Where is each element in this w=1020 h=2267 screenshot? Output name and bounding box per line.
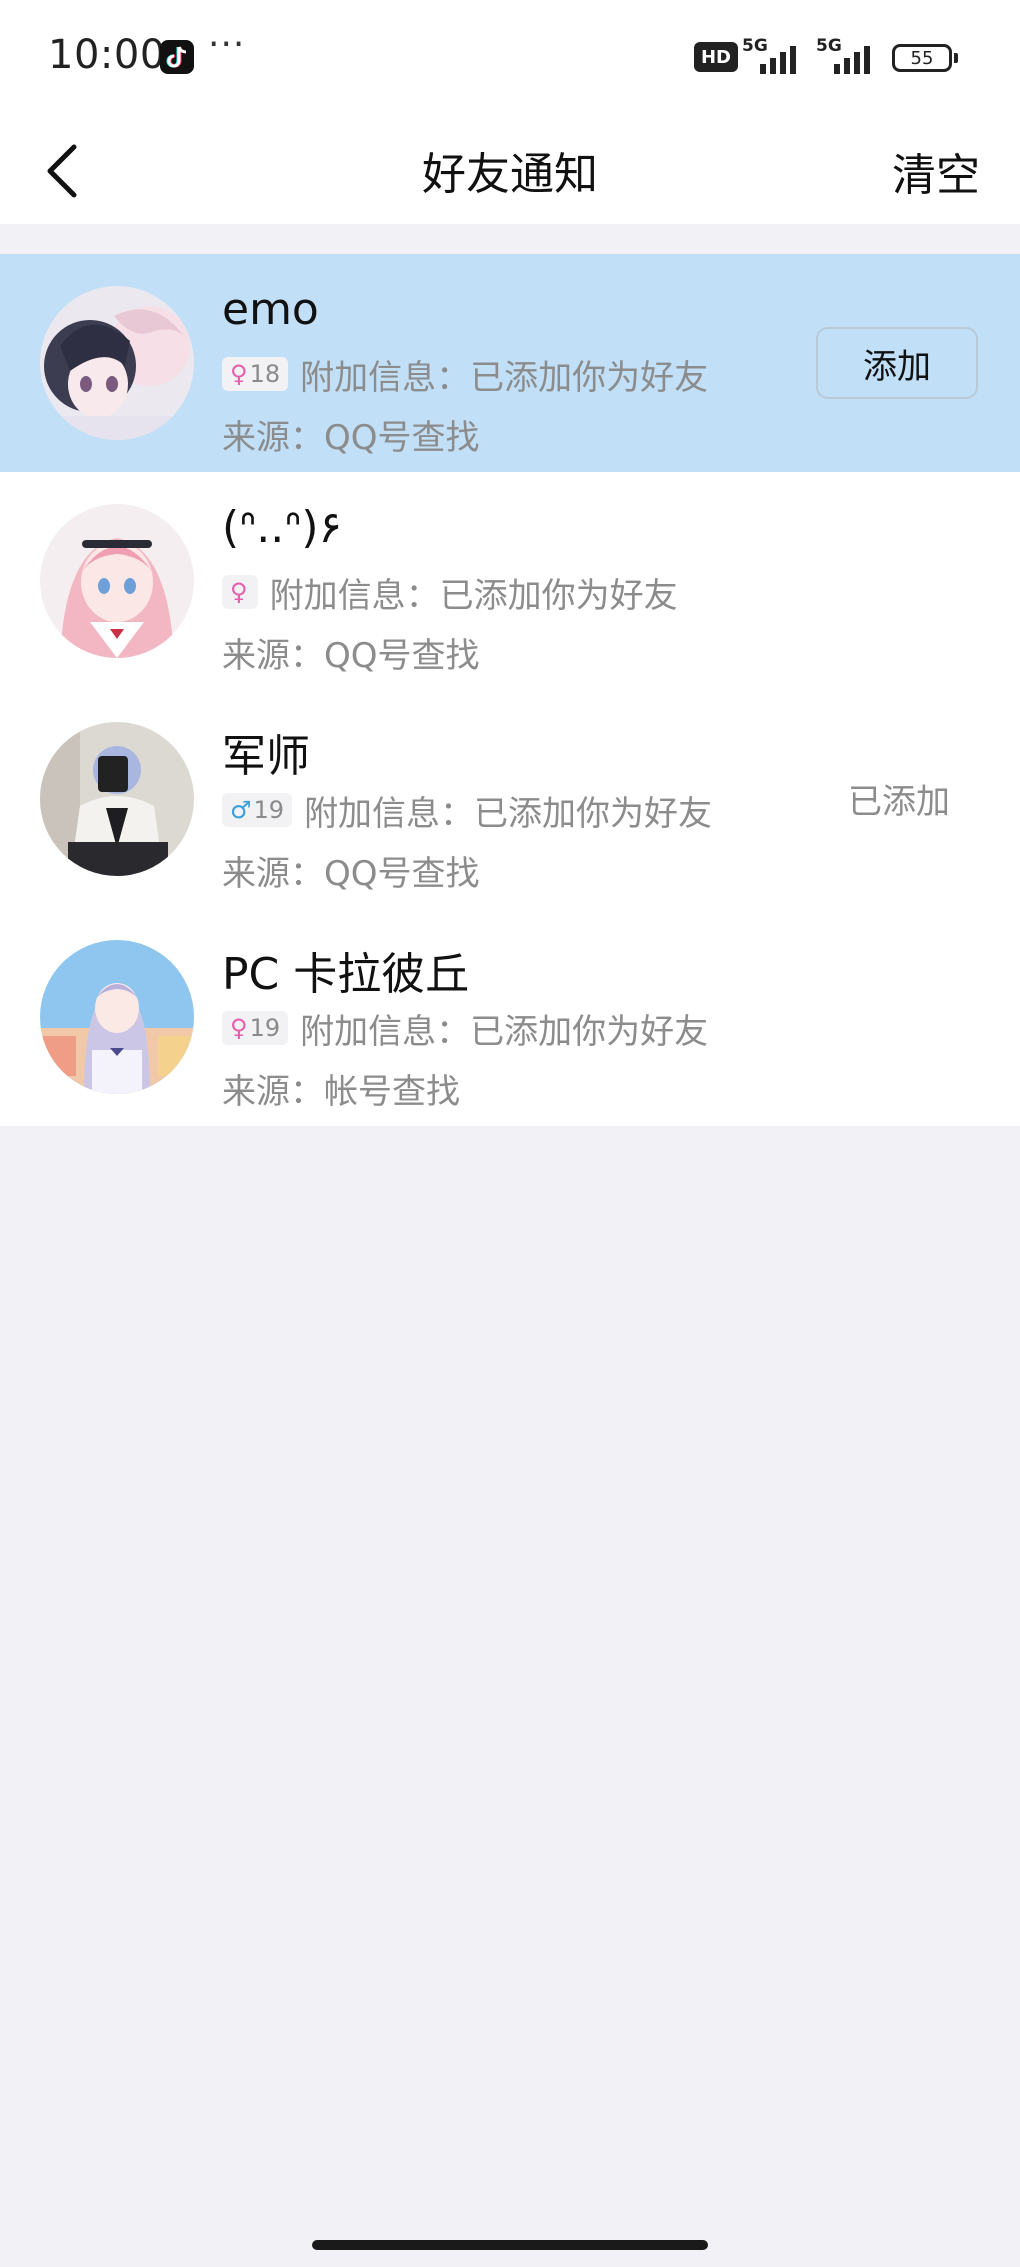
home-indicator[interactable] xyxy=(312,2240,708,2250)
friend-name: emo xyxy=(222,284,319,335)
friend-request-list: emo ♀ 18 附加信息：已添加你为好友 来源：QQ号查找 添加 (ᐢ..ᐢ)… xyxy=(0,254,1020,1126)
additional-info: 附加信息：已添加你为好友 xyxy=(300,357,709,398)
info-line: ♀ 19 附加信息：已添加你为好友 xyxy=(222,1008,708,1052)
tiktok-icon xyxy=(160,40,194,74)
age-label: 19 xyxy=(253,796,285,824)
friend-request-row[interactable]: 军师 ♂ 19 附加信息：已添加你为好友 来源：QQ号查找 已添加 xyxy=(0,690,1020,908)
source-text: 来源：QQ号查找 xyxy=(222,636,480,676)
battery-level: 55 xyxy=(910,47,934,69)
female-icon: ♀ xyxy=(230,578,248,606)
age-label: 19 xyxy=(249,1014,281,1042)
avatar[interactable] xyxy=(40,722,194,876)
signal-icon: 5G xyxy=(742,36,814,74)
source-text: 来源：QQ号查找 xyxy=(222,854,480,894)
gender-age-tag: ♀ 19 xyxy=(222,1011,289,1045)
hd-voice-icon: HD xyxy=(694,42,738,72)
signal-icon: 5G xyxy=(816,36,888,74)
friend-name: 军师 xyxy=(222,731,310,782)
source-text: 来源：QQ号查找 xyxy=(222,418,480,458)
title-bar: 好友通知 清空 xyxy=(0,118,1020,224)
additional-info: 附加信息：已添加你为好友 xyxy=(269,575,678,616)
battery-icon: 55 xyxy=(892,44,958,72)
page-title: 好友通知 xyxy=(422,149,598,200)
additional-info: 附加信息：已添加你为好友 xyxy=(304,793,713,834)
avatar[interactable] xyxy=(40,940,194,1094)
info-line: ♀ 附加信息：已添加你为好友 xyxy=(222,572,678,616)
gender-age-tag: ♀ 18 xyxy=(222,357,289,391)
male-icon: ♂ xyxy=(230,796,252,824)
gender-age-tag: ♂ 19 xyxy=(222,793,293,827)
friend-request-row[interactable]: PC 卡拉彼丘 ♀ 19 附加信息：已添加你为好友 来源：帐号查找 xyxy=(0,908,1020,1126)
avatar[interactable] xyxy=(40,504,194,658)
info-line: ♀ 18 附加信息：已添加你为好友 xyxy=(222,354,708,398)
female-icon: ♀ xyxy=(230,1014,248,1042)
clear-button[interactable]: 清空 xyxy=(892,136,980,206)
friend-request-row[interactable]: emo ♀ 18 附加信息：已添加你为好友 来源：QQ号查找 添加 xyxy=(0,254,1020,472)
friend-notifications-page: 10:00 ··· HD 5G 5G 55 好友通知 清空 emo ♀ 18 附… xyxy=(0,0,1020,2267)
status-time: 10:00 xyxy=(48,32,166,78)
add-friend-button[interactable]: 添加 xyxy=(816,327,978,399)
age-label: 18 xyxy=(249,360,281,388)
friend-name: (ᐢ..ᐢ)۶ xyxy=(222,502,343,553)
friend-request-row[interactable]: (ᐢ..ᐢ)۶ ♀ 附加信息：已添加你为好友 来源：QQ号查找 xyxy=(0,472,1020,690)
source-text: 来源：帐号查找 xyxy=(222,1072,460,1112)
female-icon: ♀ xyxy=(230,360,248,388)
added-status: 已添加 xyxy=(848,782,950,822)
additional-info: 附加信息：已添加你为好友 xyxy=(300,1011,709,1052)
gender-age-tag: ♀ xyxy=(222,575,258,609)
more-notifications-icon: ··· xyxy=(208,24,246,65)
avatar[interactable] xyxy=(40,286,194,440)
info-line: ♂ 19 附加信息：已添加你为好友 xyxy=(222,790,712,834)
status-bar: 10:00 ··· HD 5G 5G 55 xyxy=(0,0,1020,118)
friend-name: PC 卡拉彼丘 xyxy=(222,949,470,1000)
